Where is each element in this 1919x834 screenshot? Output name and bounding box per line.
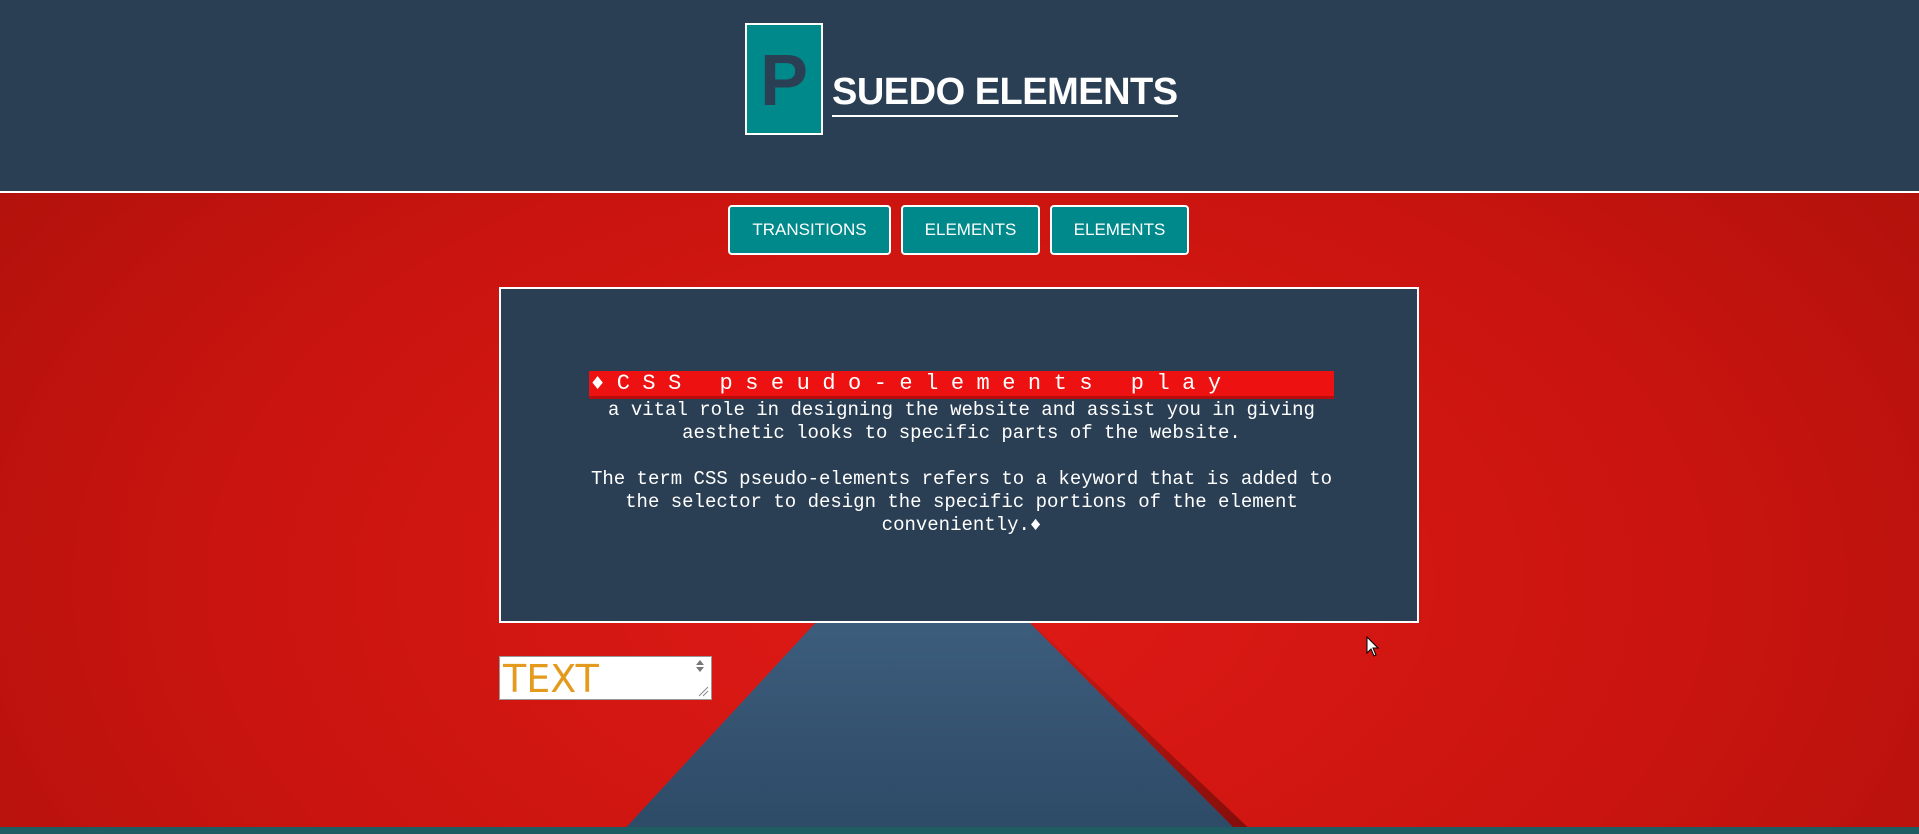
main-nav: TRANSITIONS ELEMENTS ELEMENTS [728, 205, 1189, 255]
spinner[interactable] [693, 660, 707, 680]
mouse-pointer-icon [1366, 636, 1380, 657]
page-title: SUEDO ELEMENTS [832, 70, 1178, 117]
text-input[interactable] [503, 660, 683, 698]
resize-handle-icon[interactable] [697, 685, 709, 697]
content-box: ♦CSS pseudo-elements play a vital role i… [499, 287, 1419, 623]
logo-box: P [745, 23, 823, 135]
nav-button-elements[interactable]: ELEMENTS [901, 205, 1040, 255]
paragraph-2: The term CSS pseudo-elements refers to a… [590, 468, 1333, 536]
logo-letter: P [759, 41, 809, 121]
content-text: ♦CSS pseudo-elements play a vital role i… [589, 371, 1334, 537]
first-line-highlight: ♦CSS pseudo-elements play [589, 371, 1334, 399]
paragraph-1-rest: a vital role in designing the website an… [608, 399, 1315, 444]
spinner-up-icon[interactable] [696, 660, 704, 665]
spinner-down-icon[interactable] [696, 667, 704, 672]
text-input-box[interactable] [499, 656, 712, 700]
site-header: P SUEDO ELEMENTS [0, 0, 1919, 193]
nav-button-transitions[interactable]: TRANSITIONS [728, 205, 891, 255]
paragraph-1: ♦CSS pseudo-elements play a vital role i… [589, 371, 1334, 445]
footer-strip [0, 827, 1919, 834]
nav-button-elements-2[interactable]: ELEMENTS [1050, 205, 1189, 255]
